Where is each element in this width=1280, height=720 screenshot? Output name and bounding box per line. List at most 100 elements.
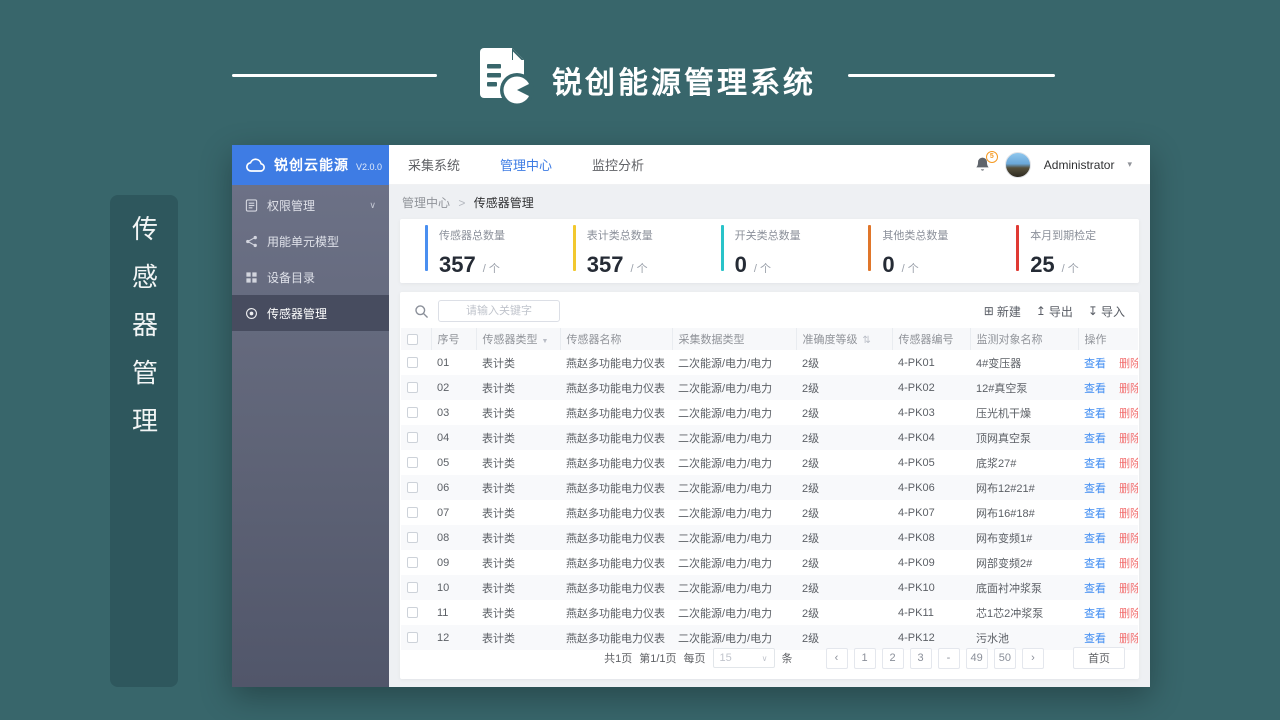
prev-page-button[interactable]: ‹ — [825, 647, 848, 669]
cell-no: 02 — [437, 381, 450, 394]
row-checkbox[interactable] — [407, 607, 418, 619]
view-link[interactable]: 查看 — [1084, 458, 1106, 470]
cell-type: 表计类 — [482, 382, 515, 395]
new-button[interactable]: ⊞ 新建 — [984, 303, 1021, 320]
cell-code: 4-PK08 — [898, 531, 935, 544]
sidebar-item-sensor-management[interactable]: 传感器管理 — [232, 295, 389, 331]
delete-link[interactable]: 删除 — [1119, 483, 1138, 495]
cell-no: 09 — [437, 556, 450, 569]
table-row[interactable]: 02 表计类 燕赵多功能电力仪表 二次能源/电力/电力 2级 4-PK02 12… — [401, 375, 1138, 400]
app-window: 锐创云能源 V2.0.0 采集系统 管理中心 监控分析 5 Administra… — [232, 145, 1150, 687]
table-row[interactable]: 08 表计类 燕赵多功能电力仪表 二次能源/电力/电力 2级 4-PK08 网布… — [401, 525, 1138, 550]
select-all-checkbox[interactable] — [407, 333, 418, 345]
row-checkbox[interactable] — [407, 632, 418, 644]
export-button[interactable]: ↥ 导出 — [1036, 303, 1073, 320]
view-link[interactable]: 查看 — [1084, 608, 1106, 620]
topbar-right: 5 Administrator ▾ — [973, 145, 1150, 185]
sidebar-item-permissions[interactable]: 权限管理 ∨ — [232, 187, 389, 223]
next-page-button[interactable]: › — [1022, 647, 1044, 669]
chevron-down-icon[interactable]: ∨ — [369, 200, 376, 211]
table-row[interactable]: 10 表计类 燕赵多功能电力仪表 二次能源/电力/电力 2级 4-PK10 底面… — [401, 575, 1138, 600]
per-page-select[interactable]: 15 ∨ — [712, 648, 775, 668]
view-link[interactable]: 查看 — [1084, 508, 1106, 520]
cell-data-type: 二次能源/电力/电力 — [678, 357, 773, 370]
col-header-ops: 操作 — [1077, 328, 1138, 350]
delete-link[interactable]: 删除 — [1119, 558, 1138, 570]
view-link[interactable]: 查看 — [1084, 433, 1106, 445]
first-page-button[interactable]: 首页 — [1073, 647, 1125, 669]
cell-data-type: 二次能源/电力/电力 — [678, 407, 773, 420]
page-button[interactable]: 2 — [881, 647, 904, 669]
table-row[interactable]: 05 表计类 燕赵多功能电力仪表 二次能源/电力/电力 2级 4-PK05 底浆… — [401, 450, 1138, 475]
sort-icon[interactable]: ⇅ — [863, 335, 871, 346]
view-link[interactable]: 查看 — [1084, 633, 1106, 645]
cell-code: 4-PK01 — [898, 356, 935, 369]
table-row[interactable]: 07 表计类 燕赵多功能电力仪表 二次能源/电力/电力 2级 4-PK07 网布… — [401, 500, 1138, 525]
delete-link[interactable]: 删除 — [1119, 458, 1138, 470]
table-row[interactable]: 03 表计类 燕赵多功能电力仪表 二次能源/电力/电力 2级 4-PK03 压光… — [401, 400, 1138, 425]
nav-item-management[interactable]: 管理中心 — [500, 155, 552, 174]
row-checkbox[interactable] — [407, 357, 418, 369]
chevron-down-icon[interactable]: ▾ — [1127, 159, 1132, 170]
row-checkbox[interactable] — [407, 582, 418, 594]
table-row[interactable]: 11 表计类 燕赵多功能电力仪表 二次能源/电力/电力 2级 4-PK11 芯1… — [401, 600, 1138, 625]
user-avatar[interactable] — [1004, 151, 1031, 178]
delete-link[interactable]: 删除 — [1119, 633, 1138, 645]
delete-link[interactable]: 删除 — [1119, 383, 1138, 395]
delete-link[interactable]: 删除 — [1119, 608, 1138, 620]
table-row[interactable]: 06 表计类 燕赵多功能电力仪表 二次能源/电力/电力 2级 4-PK06 网布… — [401, 475, 1138, 500]
cell-no: 03 — [437, 406, 450, 419]
cell-level: 2级 — [802, 382, 820, 395]
page-button[interactable]: 1 — [853, 647, 876, 669]
share-icon — [245, 235, 258, 248]
page-button[interactable]: - — [937, 647, 960, 669]
row-checkbox[interactable] — [407, 482, 418, 494]
view-link[interactable]: 查看 — [1084, 358, 1106, 370]
cell-type: 表计类 — [482, 507, 515, 520]
cell-type: 表计类 — [482, 582, 515, 595]
cell-code: 4-PK03 — [898, 406, 935, 419]
delete-link[interactable]: 删除 — [1119, 583, 1138, 595]
stat-label: 其他类总数量 — [882, 229, 949, 242]
delete-link[interactable]: 删除 — [1119, 508, 1138, 520]
import-button[interactable]: ↧ 导入 — [1088, 303, 1125, 320]
row-checkbox[interactable] — [407, 407, 418, 419]
row-checkbox[interactable] — [407, 557, 418, 569]
nav-item-collection[interactable]: 采集系统 — [408, 155, 460, 174]
nav-item-monitoring[interactable]: 监控分析 — [592, 155, 644, 174]
delete-link[interactable]: 删除 — [1119, 433, 1138, 445]
page-button[interactable]: 50 — [993, 647, 1016, 669]
page-button[interactable]: 49 — [965, 647, 988, 669]
table-row[interactable]: 01 表计类 燕赵多功能电力仪表 二次能源/电力/电力 2级 4-PK01 4#… — [401, 350, 1138, 375]
delete-link[interactable]: 删除 — [1119, 408, 1138, 420]
row-checkbox[interactable] — [407, 432, 418, 444]
page-button[interactable]: 3 — [909, 647, 932, 669]
view-link[interactable]: 查看 — [1084, 583, 1106, 595]
breadcrumb-parent[interactable]: 管理中心 — [402, 196, 450, 210]
notification-bell-icon[interactable]: 5 — [974, 150, 998, 174]
cell-level: 2级 — [802, 432, 820, 445]
view-link[interactable]: 查看 — [1084, 558, 1106, 570]
cell-name: 燕赵多功能电力仪表 — [566, 607, 665, 620]
table-row[interactable]: 04 表计类 燕赵多功能电力仪表 二次能源/电力/电力 2级 4-PK04 顶网… — [401, 425, 1138, 450]
table-row[interactable]: 09 表计类 燕赵多功能电力仪表 二次能源/电力/电力 2级 4-PK09 网部… — [401, 550, 1138, 575]
view-link[interactable]: 查看 — [1084, 408, 1106, 420]
sidebar: 权限管理 ∨ 用能单元模型 设备目录 传感器管理 — [232, 185, 389, 687]
delete-link[interactable]: 删除 — [1119, 358, 1138, 370]
stat-color-bar — [720, 224, 724, 271]
row-checkbox[interactable] — [407, 532, 418, 544]
view-link[interactable]: 查看 — [1084, 383, 1106, 395]
filter-icon[interactable]: ▼ — [542, 338, 549, 345]
cell-type: 表计类 — [482, 607, 515, 620]
delete-link[interactable]: 删除 — [1119, 533, 1138, 545]
view-link[interactable]: 查看 — [1084, 483, 1106, 495]
search-input[interactable] — [438, 300, 560, 322]
cell-type: 表计类 — [482, 557, 515, 570]
view-link[interactable]: 查看 — [1084, 533, 1106, 545]
row-checkbox[interactable] — [407, 382, 418, 394]
row-checkbox[interactable] — [407, 457, 418, 469]
sidebar-item-device-catalog[interactable]: 设备目录 — [232, 259, 389, 295]
sidebar-item-energy-unit-model[interactable]: 用能单元模型 — [232, 223, 389, 259]
stat-label: 表计类总数量 — [586, 229, 653, 242]
row-checkbox[interactable] — [407, 507, 418, 519]
